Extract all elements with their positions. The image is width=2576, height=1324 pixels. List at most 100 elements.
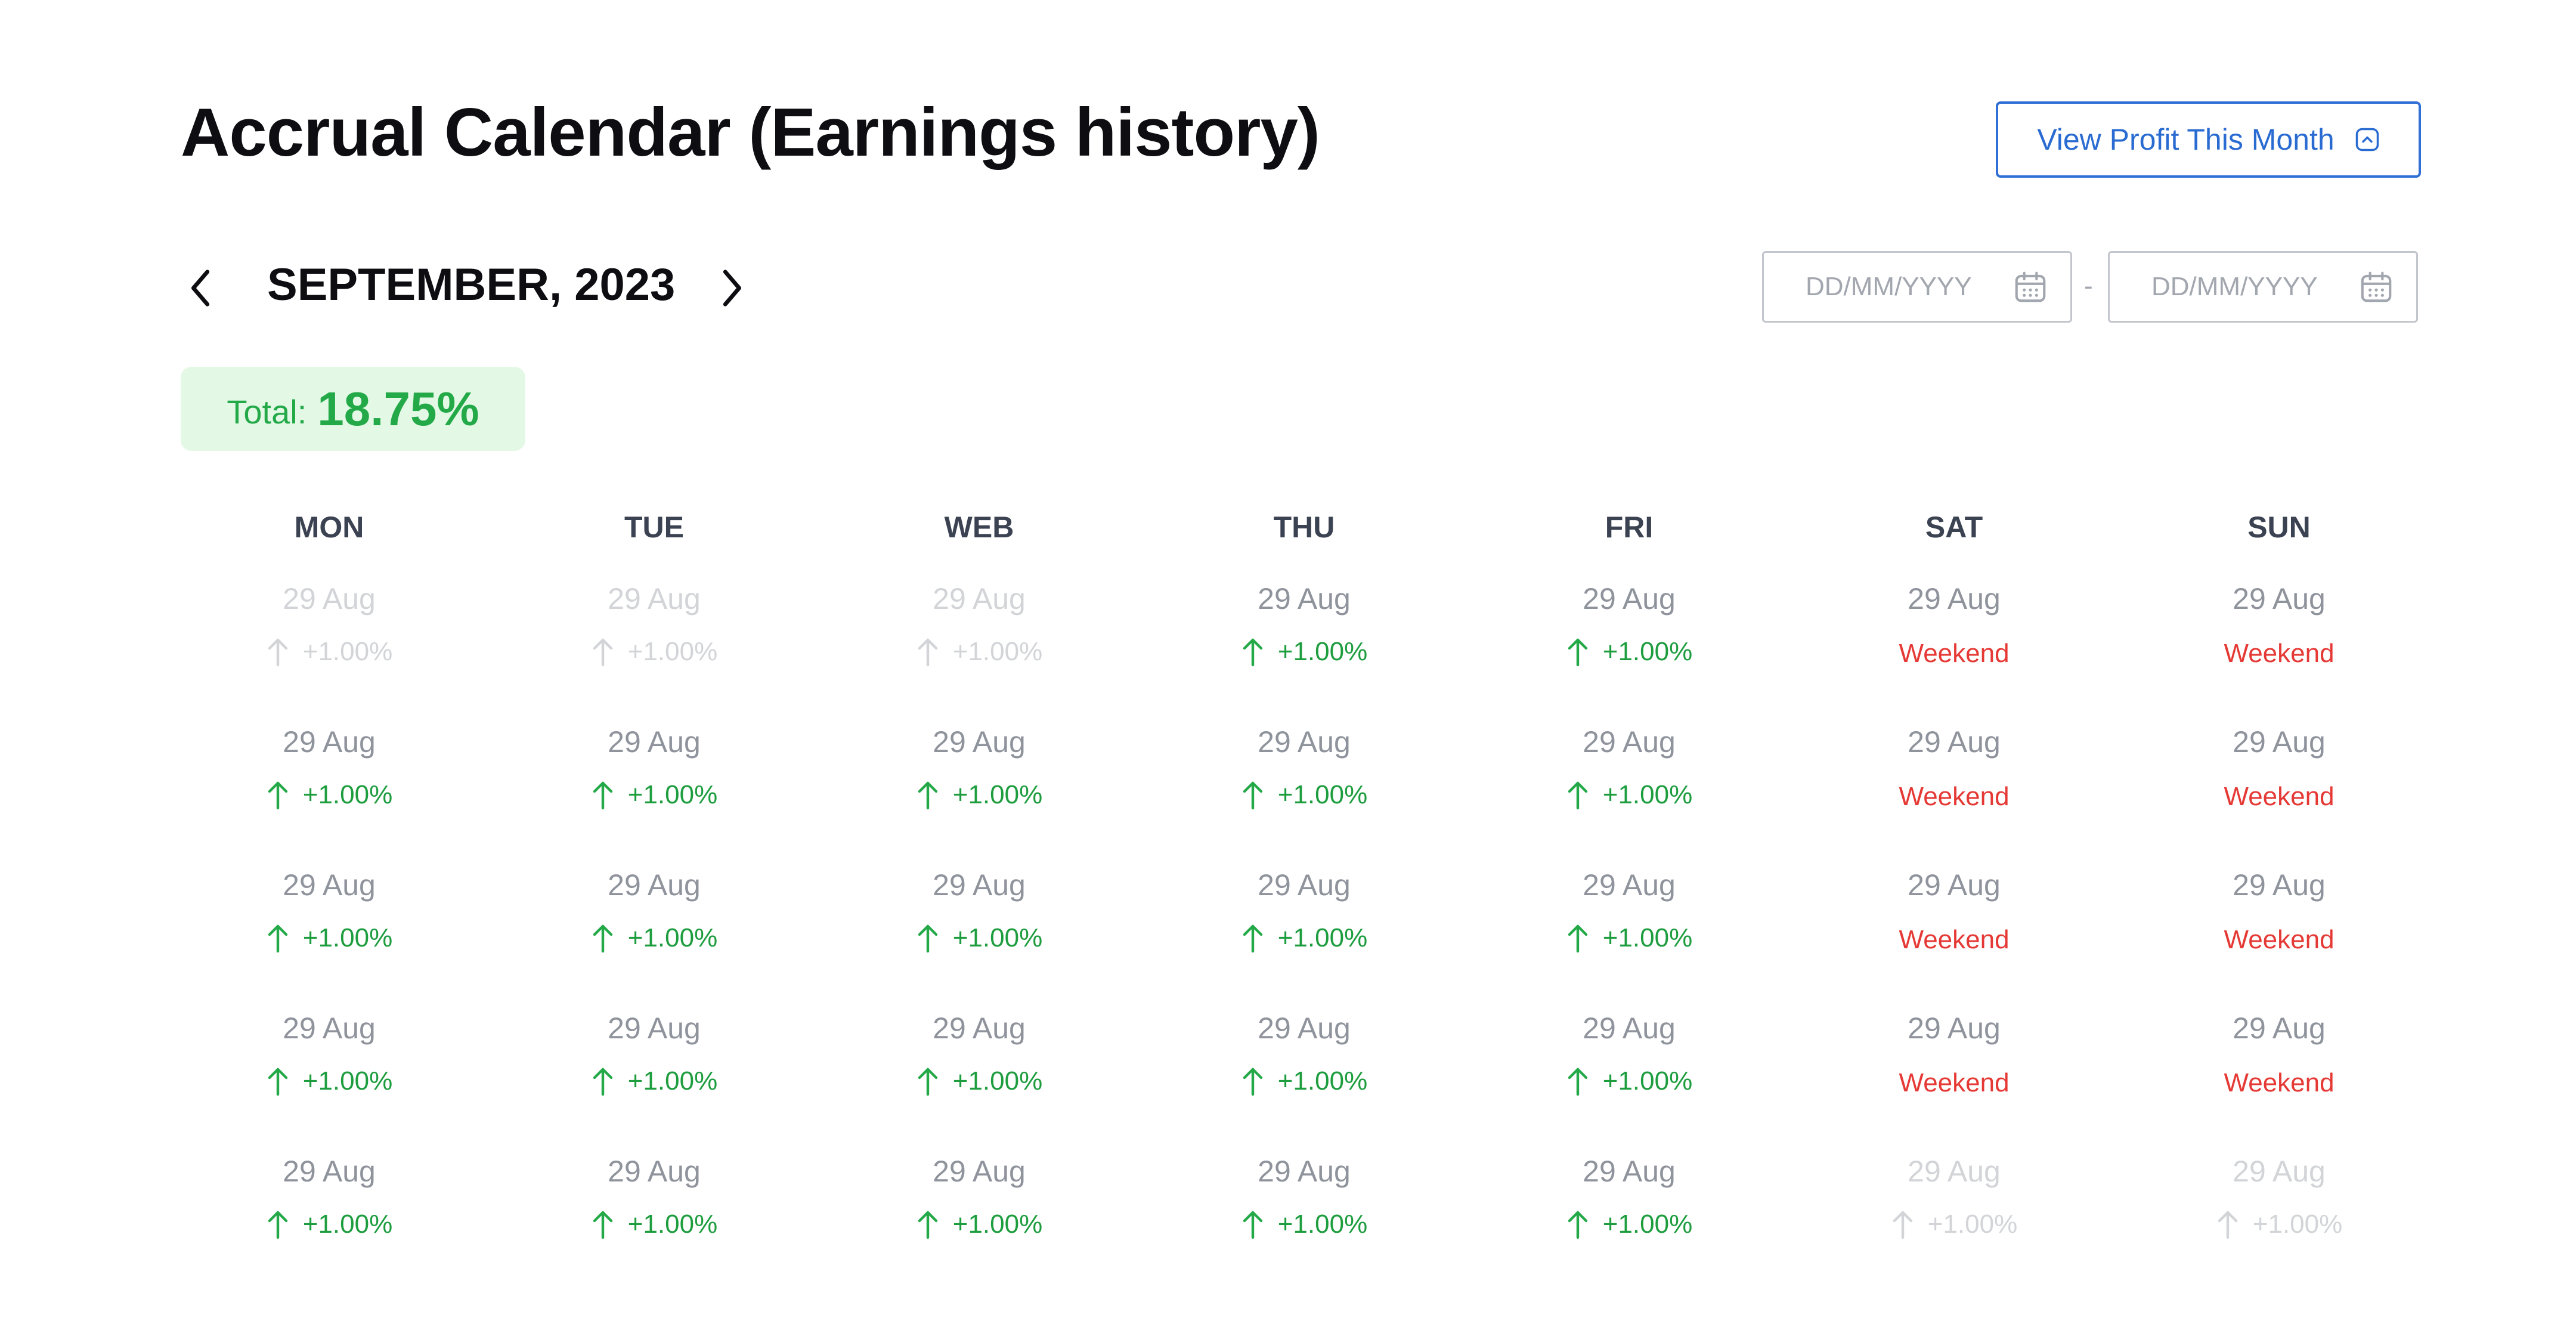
day-change-value: +1.00%: [627, 923, 718, 952]
day-date: 29 Aug: [2233, 1011, 2326, 1045]
weekday-header: FRI: [1605, 511, 1654, 544]
day-date: 29 Aug: [1258, 582, 1351, 615]
day-date: 29 Aug: [1908, 725, 2001, 759]
next-month-button[interactable]: [713, 267, 749, 309]
day-cell[interactable]: 29 Aug +1.00%: [1510, 1154, 1748, 1273]
day-change-value: +1.00%: [1277, 1209, 1368, 1239]
day-change-value: +1.00%: [952, 637, 1043, 666]
day-change-value: +1.00%: [952, 780, 1043, 809]
day-cell[interactable]: 29 Aug Weekend: [2160, 725, 2398, 844]
day-cell[interactable]: 29 Aug +1.00%: [860, 725, 1098, 844]
arrow-up-icon: [1566, 1209, 1590, 1240]
day-cell[interactable]: 29 Aug +1.00%: [1510, 581, 1748, 701]
day-cell[interactable]: 29 Aug Weekend: [2160, 581, 2398, 701]
day-change-value: +1.00%: [1602, 780, 1693, 809]
weekday-header: MON: [294, 511, 364, 544]
day-date: 29 Aug: [933, 868, 1026, 902]
day-cell[interactable]: 29 Aug +1.00%: [210, 1154, 448, 1273]
day-cell[interactable]: 29 Aug +1.00%: [860, 868, 1098, 987]
view-profit-button-label: View Profit This Month: [2037, 123, 2334, 156]
day-change: +1.00%: [860, 1066, 1098, 1097]
day-cell[interactable]: 29 Aug +1.00%: [2160, 1154, 2398, 1273]
day-change-value: +1.00%: [1602, 923, 1693, 952]
day-cell[interactable]: 29 Aug +1.00%: [210, 725, 448, 844]
day-change: +1.00%: [210, 1209, 448, 1240]
day-cell[interactable]: 29 Aug +1.00%: [1185, 868, 1423, 987]
arrow-up-icon: [1566, 636, 1590, 667]
day-cell[interactable]: 29 Aug +1.00%: [1510, 868, 1748, 987]
day-date: 29 Aug: [283, 582, 376, 615]
day-date: 29 Aug: [933, 582, 1026, 615]
day-change-value: +1.00%: [1927, 1209, 2018, 1239]
day-cell[interactable]: 29 Aug +1.00%: [535, 868, 773, 987]
prev-month-button[interactable]: [184, 267, 219, 309]
weekend-label: Weekend: [1899, 1068, 2010, 1097]
day-cell[interactable]: 29 Aug +1.00%: [535, 1154, 773, 1273]
day-cell[interactable]: 29 Aug +1.00%: [210, 581, 448, 701]
day-date: 29 Aug: [933, 725, 1026, 759]
day-cell[interactable]: 29 Aug Weekend: [1835, 581, 2073, 701]
day-cell[interactable]: 29 Aug +1.00%: [210, 1011, 448, 1130]
start-date-input[interactable]: DD/MM/YYYY: [1762, 251, 2072, 323]
day-date: 29 Aug: [283, 725, 376, 759]
weekend-label: Weekend: [1899, 639, 2010, 668]
arrow-up-icon: [916, 636, 940, 667]
day-cell[interactable]: 29 Aug Weekend: [1835, 725, 2073, 844]
day-cell[interactable]: 29 Aug +1.00%: [535, 1011, 773, 1130]
view-profit-button[interactable]: View Profit This Month: [1996, 101, 2421, 178]
day-cell[interactable]: 29 Aug Weekend: [1835, 1011, 2073, 1130]
day-date: 29 Aug: [1258, 725, 1351, 759]
day-change: +1.00%: [535, 779, 773, 811]
day-change: +1.00%: [860, 636, 1098, 667]
day-change: +1.00%: [2160, 1209, 2398, 1240]
arrow-up-icon: [1566, 1066, 1590, 1097]
weekend-label: Weekend: [2224, 782, 2334, 811]
day-cell[interactable]: 29 Aug Weekend: [2160, 868, 2398, 987]
arrow-up-icon: [1241, 779, 1265, 811]
day-cell[interactable]: 29 Aug +1.00%: [535, 581, 773, 701]
arrow-up-icon: [591, 636, 615, 667]
day-cell[interactable]: 29 Aug +1.00%: [1185, 725, 1423, 844]
day-cell[interactable]: 29 Aug Weekend: [1835, 868, 2073, 987]
day-change-value: +1.00%: [302, 1066, 393, 1096]
day-cell[interactable]: 29 Aug Weekend: [2160, 1011, 2398, 1130]
day-cell[interactable]: 29 Aug +1.00%: [1185, 1154, 1423, 1273]
arrow-up-icon: [1566, 779, 1590, 811]
day-cell[interactable]: 29 Aug +1.00%: [1835, 1154, 2073, 1273]
day-cell[interactable]: 29 Aug +1.00%: [535, 725, 773, 844]
end-date-input[interactable]: DD/MM/YYYY: [2108, 251, 2418, 323]
day-cell[interactable]: 29 Aug +1.00%: [210, 868, 448, 987]
day-change: +1.00%: [535, 1066, 773, 1097]
day-cell[interactable]: 29 Aug +1.00%: [1185, 1011, 1423, 1130]
day-change: +1.00%: [1510, 1066, 1748, 1097]
day-cell[interactable]: 29 Aug +1.00%: [860, 1011, 1098, 1130]
day-cell[interactable]: 29 Aug +1.00%: [860, 1154, 1098, 1273]
weekend-label: Weekend: [2224, 1068, 2334, 1097]
weekend-label: Weekend: [2224, 639, 2334, 668]
start-date-placeholder: DD/MM/YYYY: [1806, 272, 1972, 301]
arrow-up-icon: [916, 1209, 940, 1240]
day-date: 29 Aug: [1908, 1155, 2001, 1188]
day-change-value: +1.00%: [952, 1066, 1043, 1096]
day-date: 29 Aug: [2233, 1155, 2326, 1188]
calendar-icon[interactable]: [2358, 268, 2395, 305]
day-cell[interactable]: 29 Aug +1.00%: [1510, 1011, 1748, 1130]
day-cell[interactable]: 29 Aug +1.00%: [1185, 581, 1423, 701]
day-date: 29 Aug: [933, 1155, 1026, 1188]
day-change-value: +1.00%: [627, 780, 718, 809]
day-date: 29 Aug: [2233, 868, 2326, 902]
calendar-icon[interactable]: [2012, 268, 2049, 305]
day-date: 29 Aug: [608, 725, 701, 759]
day-cell[interactable]: 29 Aug +1.00%: [1510, 725, 1748, 844]
day-change-value: +1.00%: [302, 780, 393, 809]
day-change: +1.00%: [535, 636, 773, 667]
day-change-value: +1.00%: [302, 923, 393, 952]
day-change: +1.00%: [1835, 1209, 2073, 1240]
date-range-separator: -: [2084, 271, 2093, 301]
arrow-up-icon: [266, 636, 290, 667]
arrow-up-icon: [916, 1066, 940, 1097]
day-change: +1.00%: [860, 923, 1098, 954]
day-cell[interactable]: 29 Aug +1.00%: [860, 581, 1098, 701]
day-change-value: +1.00%: [627, 637, 718, 666]
day-change: +1.00%: [1510, 1209, 1748, 1240]
